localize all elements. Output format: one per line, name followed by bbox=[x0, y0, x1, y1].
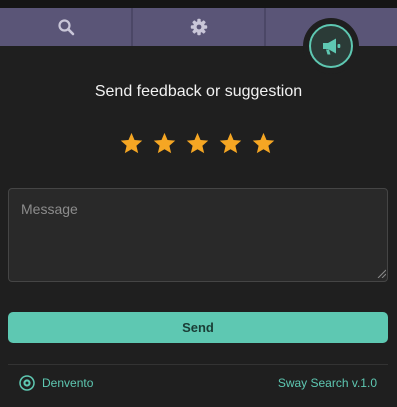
star-icon[interactable] bbox=[218, 131, 243, 156]
search-icon bbox=[57, 19, 74, 36]
denvento-logo-icon bbox=[19, 375, 35, 391]
send-button[interactable]: Send bbox=[8, 312, 388, 343]
footer-divider bbox=[8, 364, 388, 365]
page-title: Send feedback or suggestion bbox=[94, 83, 303, 100]
tab-feedback-active-badge[interactable] bbox=[309, 24, 353, 68]
brand-link[interactable]: Denvento bbox=[19, 375, 93, 391]
star-rating[interactable] bbox=[119, 131, 276, 156]
tab-settings[interactable] bbox=[133, 8, 266, 46]
resize-grip-icon[interactable] bbox=[376, 268, 386, 278]
star-icon[interactable] bbox=[185, 131, 210, 156]
window-top-strip bbox=[0, 0, 397, 8]
gear-icon bbox=[190, 18, 207, 36]
version-label: Sway Search v.1.0 bbox=[277, 376, 377, 390]
brand-label: Denvento bbox=[42, 376, 94, 390]
star-icon[interactable] bbox=[152, 131, 177, 156]
tab-search[interactable] bbox=[0, 8, 133, 46]
star-icon[interactable] bbox=[119, 131, 144, 156]
message-field[interactable] bbox=[8, 188, 388, 282]
megaphone-icon bbox=[323, 38, 341, 55]
star-icon[interactable] bbox=[251, 131, 276, 156]
